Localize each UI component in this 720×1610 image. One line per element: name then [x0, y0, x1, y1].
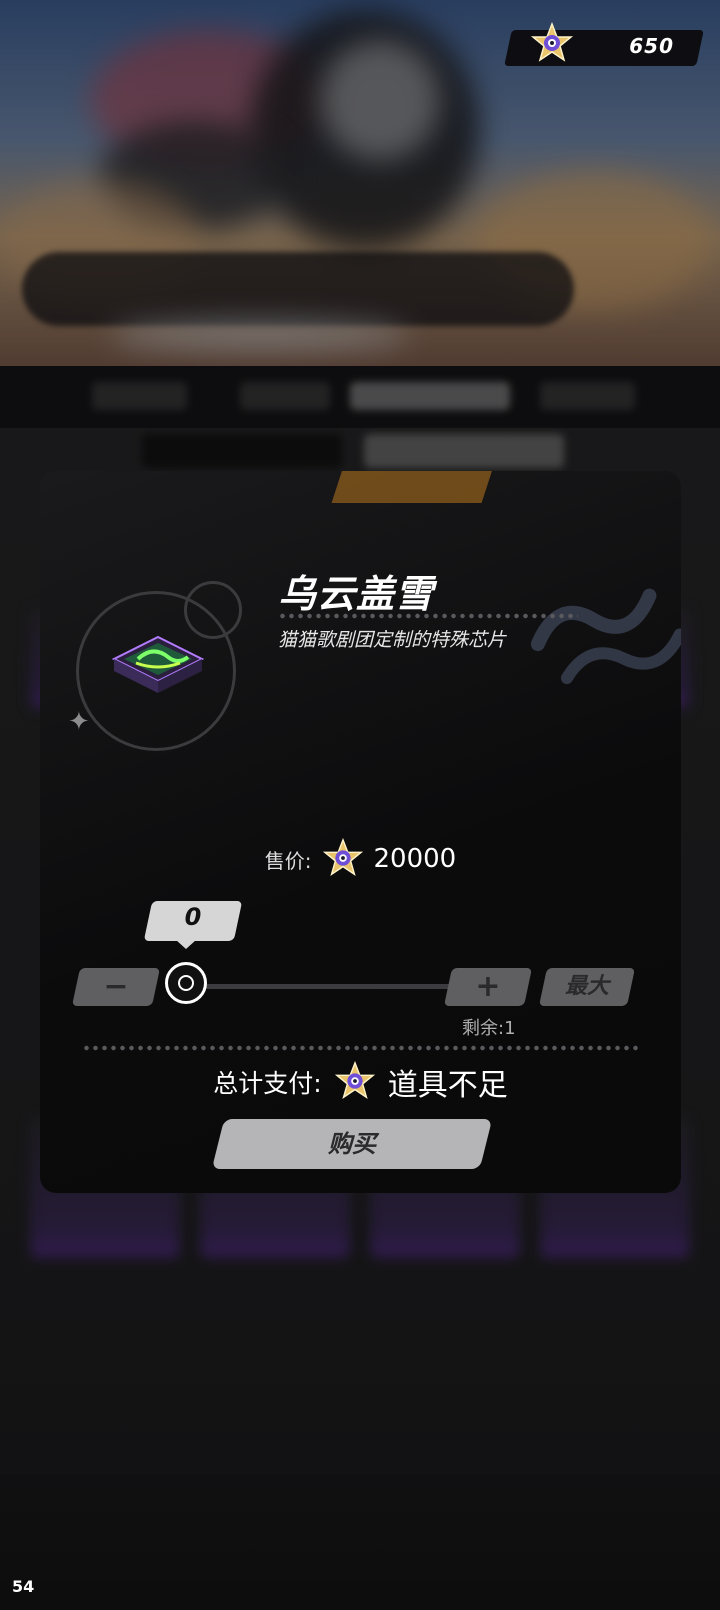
total-label: 总计支付: [213, 1069, 322, 1098]
fps-counter: 54 [12, 1577, 35, 1596]
total-divider [82, 1045, 638, 1051]
max-label: 最大 [564, 974, 609, 999]
price-label: 售价: [264, 848, 312, 873]
item-description: 猫猫歌剧团定制的特殊芯片 [278, 629, 507, 651]
star-coin-icon [530, 22, 574, 62]
graffiti-decoration [514, 550, 681, 715]
plus-label: + [475, 969, 501, 1004]
buy-label: 购买 [328, 1130, 376, 1158]
star-coin-icon [322, 838, 363, 876]
purchase-dialog: ✦ 乌云盖雪 猫猫歌剧团定制的特殊芯片 售价: 20000 0 − + 最大 剩… [40, 471, 681, 1193]
slider-handle-ring [178, 975, 194, 991]
total-row: 总计支付: 道具不足 [40, 1058, 681, 1106]
quantity-pointer [176, 940, 196, 949]
sparkle-icon: ✦ [68, 707, 90, 737]
chip-icon [111, 635, 205, 693]
total-value: 道具不足 [387, 1068, 508, 1103]
minus-label: − [103, 969, 129, 1004]
decorative-shape [331, 471, 499, 503]
quantity-slider-track[interactable] [186, 984, 468, 989]
star-coin-icon [334, 1061, 375, 1099]
price-value: 20000 [373, 844, 457, 874]
quantity-slider-handle[interactable] [165, 962, 207, 1004]
currency-amount: 650 [629, 34, 674, 58]
price-row: 售价: 20000 [40, 837, 681, 881]
quantity-value: 0 [184, 903, 202, 931]
item-name: 乌云盖雪 [278, 572, 435, 616]
title-divider [278, 613, 578, 619]
remaining-count: 剩余:1 [462, 1018, 516, 1039]
